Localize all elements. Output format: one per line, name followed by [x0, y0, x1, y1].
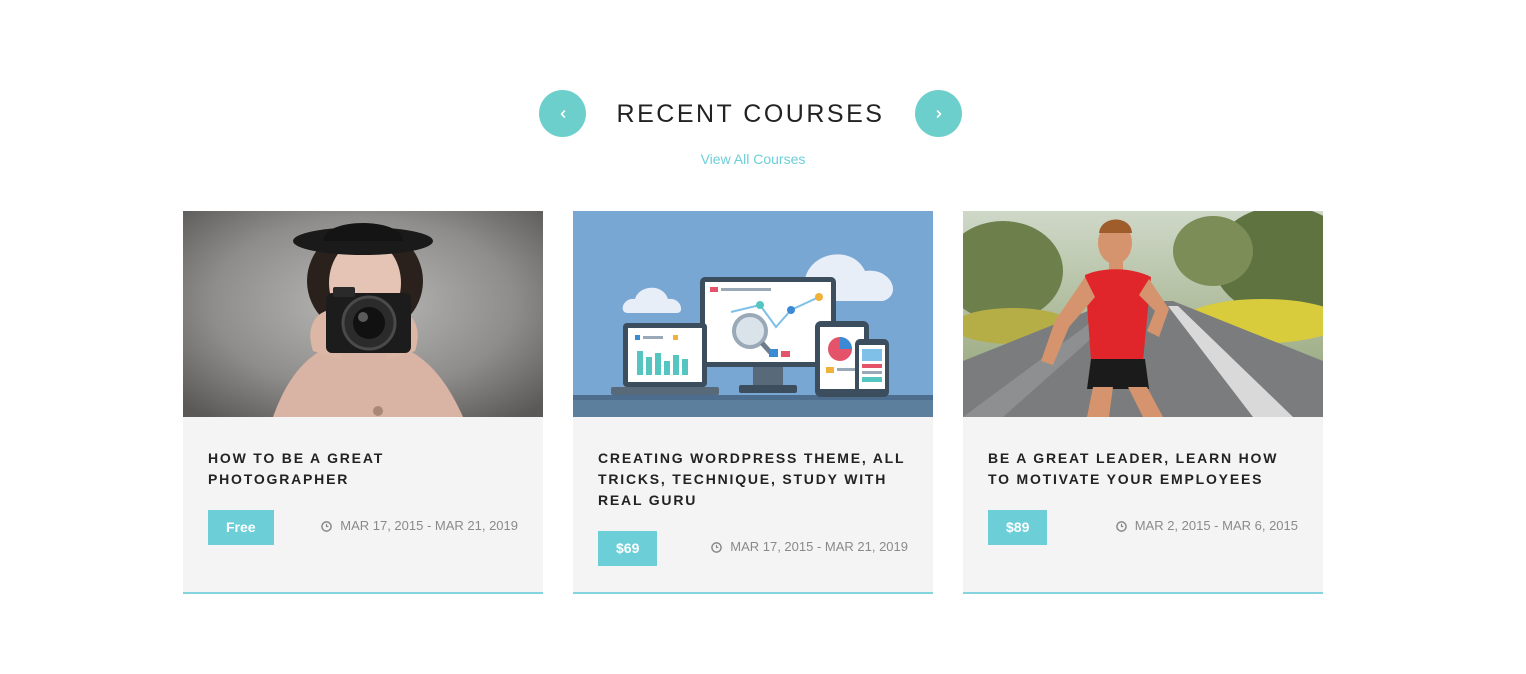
- clock-icon: [711, 541, 723, 553]
- recent-courses-section: RECENT COURSES View All Courses HOW TO B…: [0, 0, 1526, 674]
- price-badge[interactable]: Free: [208, 510, 274, 545]
- price-badge[interactable]: $89: [988, 510, 1048, 545]
- course-image-wordpress[interactable]: [573, 211, 933, 417]
- course-dates: MAR 17, 2015 - MAR 21, 2019: [711, 539, 908, 555]
- course-title[interactable]: BE A GREAT LEADER, LEARN HOW TO MOTIVATE…: [988, 448, 1298, 490]
- course-dates: MAR 17, 2015 - MAR 21, 2019: [321, 518, 518, 534]
- next-button[interactable]: [915, 90, 962, 137]
- section-title: RECENT COURSES: [616, 100, 885, 128]
- date-text: MAR 2, 2015 - MAR 6, 2015: [1134, 518, 1298, 533]
- course-image-photographer[interactable]: [183, 211, 543, 417]
- view-all-courses-link[interactable]: View All Courses: [600, 150, 906, 168]
- course-dates: MAR 2, 2015 - MAR 6, 2015: [1115, 518, 1298, 534]
- chevron-left-icon: [560, 109, 565, 118]
- chevron-right-icon: [936, 109, 941, 118]
- course-card[interactable]: HOW TO BE A GREAT PHOTOGRAPHER Free MAR …: [183, 211, 543, 594]
- price-badge[interactable]: $69: [598, 531, 658, 566]
- course-image-runner[interactable]: [963, 211, 1323, 417]
- clock-icon: [1115, 520, 1127, 532]
- course-card[interactable]: BE A GREAT LEADER, LEARN HOW TO MOTIVATE…: [963, 211, 1323, 594]
- date-text: MAR 17, 2015 - MAR 21, 2019: [730, 539, 908, 554]
- course-title[interactable]: HOW TO BE A GREAT PHOTOGRAPHER: [208, 448, 518, 490]
- clock-icon: [321, 520, 333, 532]
- course-card[interactable]: CREATING WORDPRESS THEME, ALL TRICKS, TE…: [573, 211, 933, 594]
- section-header: RECENT COURSES View All Courses: [0, 0, 1526, 200]
- course-title[interactable]: CREATING WORDPRESS THEME, ALL TRICKS, TE…: [598, 448, 908, 511]
- prev-button[interactable]: [539, 90, 586, 137]
- date-text: MAR 17, 2015 - MAR 21, 2019: [340, 518, 518, 533]
